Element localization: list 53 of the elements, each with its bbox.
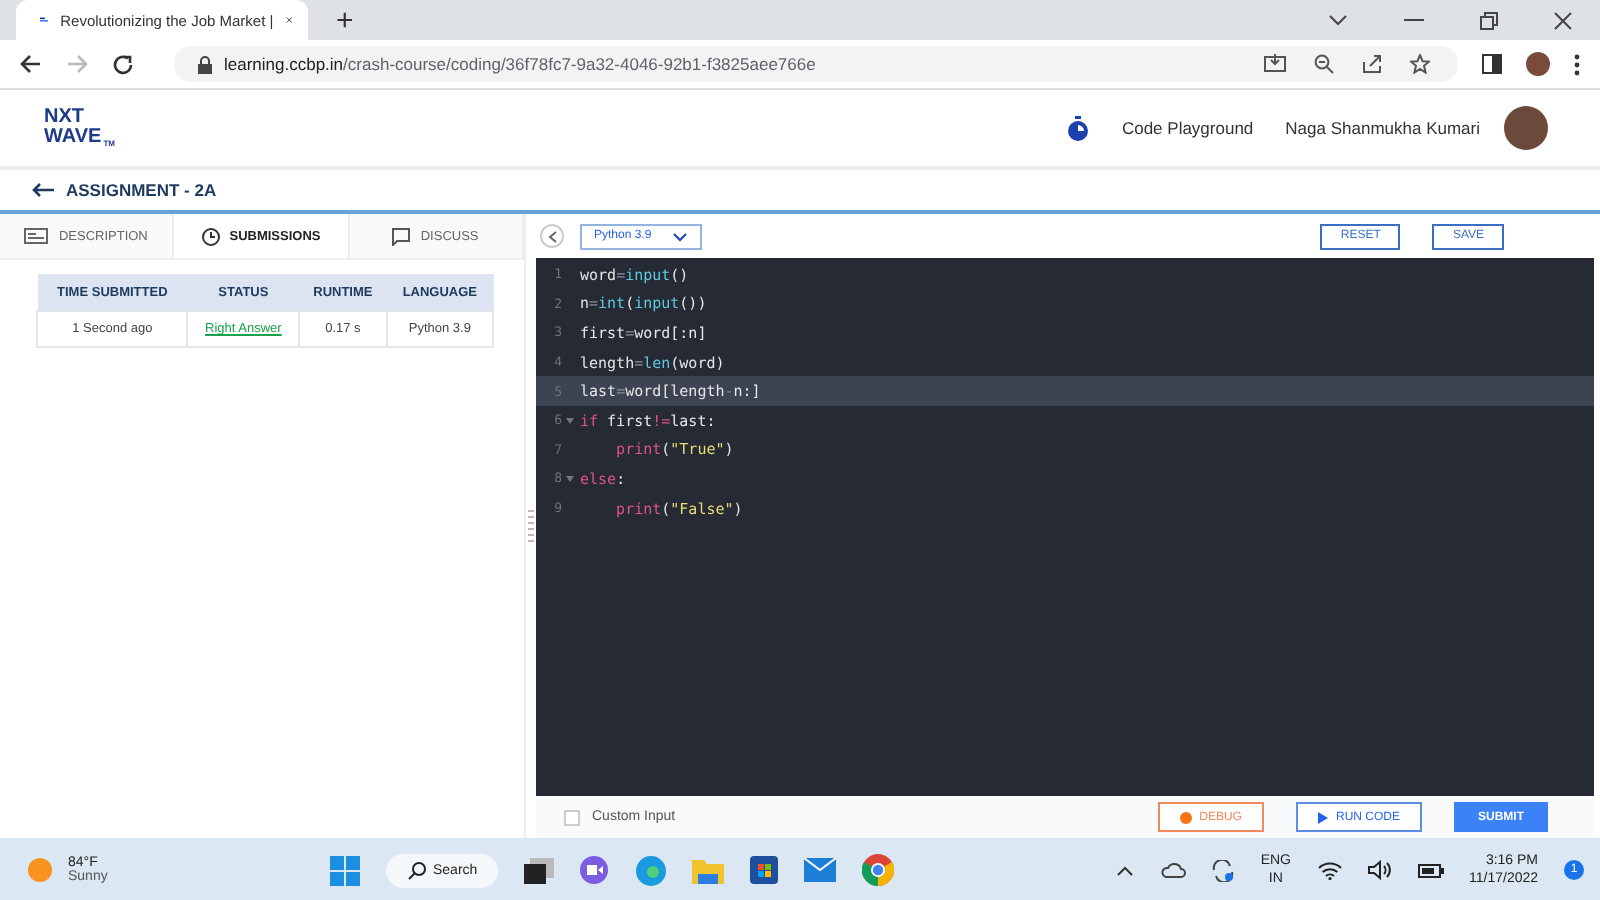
play-icon [1317, 811, 1328, 823]
chevron-down-icon [671, 231, 688, 241]
clock-icon [201, 227, 220, 245]
user-name: Naga Shanmukha Kumari [1285, 118, 1480, 138]
install-icon[interactable] [1264, 54, 1286, 74]
folder-icon[interactable] [692, 857, 725, 883]
cloud-icon[interactable] [1160, 862, 1187, 878]
stopwatch-icon[interactable] [1065, 115, 1090, 141]
resize-handle[interactable] [528, 510, 534, 542]
mail-icon[interactable] [804, 858, 837, 882]
star-icon[interactable] [1410, 54, 1430, 74]
minimize-icon[interactable] [1404, 18, 1424, 22]
fold-caret-icon[interactable] [566, 475, 574, 482]
chrome-browser-icon[interactable] [862, 854, 895, 886]
search-icon [407, 861, 425, 879]
fold-caret-icon[interactable] [566, 417, 574, 424]
collapse-button[interactable] [540, 224, 564, 248]
battery-icon[interactable] [1417, 863, 1443, 877]
chevron-left-icon [547, 229, 557, 243]
site-favicon-icon [40, 14, 49, 26]
code-playground-link[interactable]: Code Playground [1121, 118, 1254, 138]
assignment-title: ASSIGNMENT - 2A [66, 180, 217, 200]
sync-icon[interactable] [1212, 859, 1235, 881]
chevron-up-icon[interactable] [1116, 865, 1135, 875]
logo-text: WAVE [44, 128, 102, 148]
url-text: learning.ccbp.in/crash-course/coding/36f78fc7-9a32-4046-92b1-f3825aee766e [224, 54, 816, 74]
side-panel-icon[interactable] [1482, 54, 1502, 74]
video-chat-icon[interactable] [580, 856, 611, 884]
menu-icon[interactable] [1574, 53, 1580, 75]
chat-icon [392, 227, 411, 245]
bug-icon [1179, 810, 1192, 824]
new-tab-button[interactable]: + [336, 5, 354, 35]
logo-text: NXT [44, 108, 86, 128]
reload-icon[interactable] [112, 53, 134, 75]
chevron-down-icon[interactable] [1328, 14, 1348, 26]
address-bar[interactable]: learning.ccbp.in/crash-course/coding/36f78fc7-9a32-4046-92b1-f3825aee766e [174, 46, 1458, 82]
close-icon[interactable] [1554, 11, 1572, 29]
document-icon [24, 228, 49, 244]
task-view-icon[interactable] [524, 857, 555, 883]
restore-icon[interactable] [1480, 11, 1498, 29]
back-arrow-icon[interactable] [32, 182, 54, 198]
volume-icon[interactable] [1367, 860, 1391, 880]
back-arrow-icon[interactable] [20, 54, 42, 74]
store-icon[interactable] [750, 856, 779, 884]
user-avatar[interactable] [1504, 106, 1548, 150]
lock-icon [198, 55, 212, 73]
profile-avatar[interactable] [1526, 52, 1550, 76]
share-icon[interactable] [1362, 54, 1382, 74]
close-icon[interactable] [285, 12, 292, 28]
windows-start-icon[interactable] [330, 855, 361, 885]
checkbox[interactable] [564, 809, 580, 825]
wifi-icon[interactable] [1317, 861, 1341, 879]
zoom-icon[interactable] [1314, 54, 1334, 74]
